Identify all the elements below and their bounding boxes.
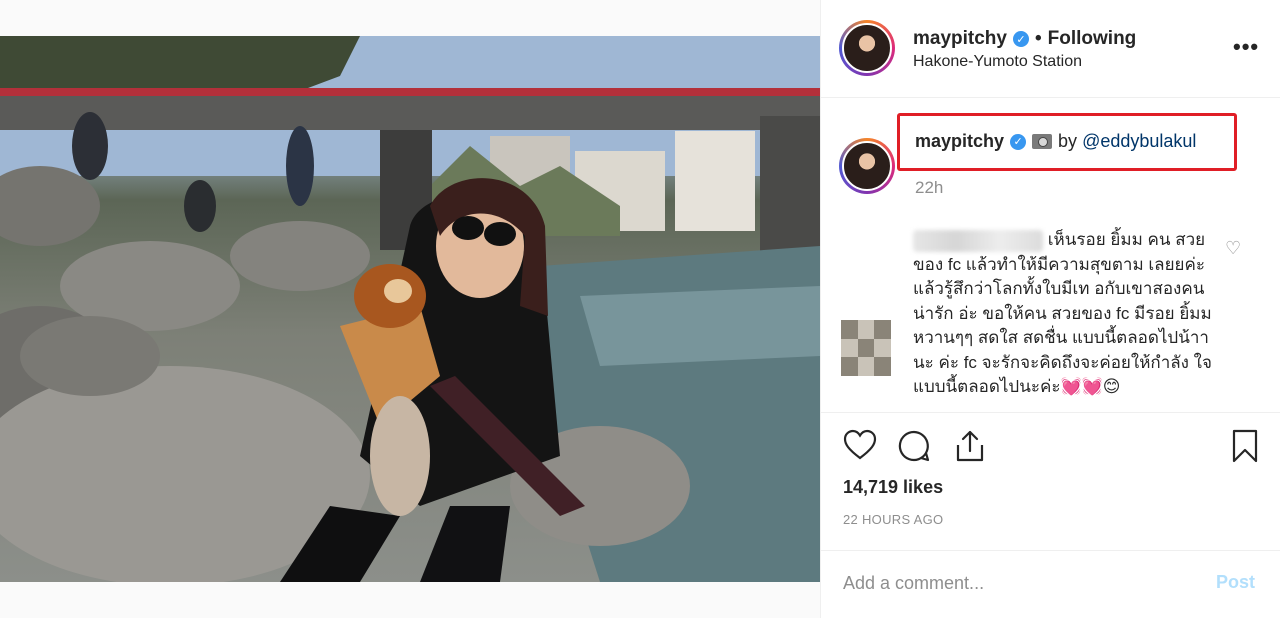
camera-emoji-icon	[1032, 134, 1053, 149]
post-location[interactable]: Hakone-Yumoto Station	[913, 53, 1082, 71]
caption-mention-link[interactable]: @eddybulakul	[1082, 131, 1196, 151]
comments-list[interactable]: maypitchy ✓ by @eddybulakul 22h เห็นรอย …	[821, 98, 1280, 412]
post-timestamp[interactable]: 22 HOURS AGO	[843, 512, 943, 527]
following-button[interactable]: Following	[1048, 28, 1137, 50]
post-header: maypitchy ✓ • Following Hakone-Yumoto St…	[821, 0, 1280, 98]
author-username[interactable]: maypitchy	[913, 28, 1007, 50]
commenter-username-blurred[interactable]	[913, 229, 1043, 252]
post-photo[interactable]	[0, 36, 820, 582]
caption-text: by @eddybulakul	[1058, 131, 1196, 152]
caption-time: 22h	[915, 178, 944, 197]
verified-badge-icon: ✓	[1010, 133, 1027, 150]
like-heart-icon[interactable]	[843, 429, 877, 461]
verified-badge-icon: ✓	[1012, 31, 1029, 47]
add-comment-input[interactable]	[843, 571, 1193, 595]
post-detail-pane: maypitchy ✓ • Following Hakone-Yumoto St…	[820, 0, 1280, 618]
author-avatar[interactable]	[839, 20, 895, 76]
caption-username[interactable]: maypitchy	[915, 131, 1004, 152]
commenter-avatar-blurred[interactable]	[841, 320, 891, 376]
comment-text: เห็นรอย ยิ้มม คน สวยของ fc แล้วทำให้มีคว…	[913, 230, 1212, 396]
comment-bubble-icon[interactable]	[897, 429, 931, 463]
save-bookmark-icon[interactable]	[1231, 429, 1259, 463]
caption-author-avatar[interactable]	[839, 138, 895, 194]
comment: เห็นรอย ยิ้มม คน สวยของ fc แล้วทำให้มีคว…	[913, 228, 1213, 400]
likes-count[interactable]: 14,719 likes	[843, 477, 943, 498]
more-options-icon[interactable]: •••	[1233, 34, 1259, 60]
post-actions: 14,719 likes 22 HOURS AGO	[821, 412, 1280, 550]
share-upload-icon[interactable]	[953, 429, 987, 463]
author-line: maypitchy ✓ • Following	[913, 28, 1136, 50]
comment-like-heart-icon[interactable]: ♡	[1225, 238, 1241, 259]
caption-prefix: by	[1058, 131, 1083, 151]
caption: maypitchy ✓ by @eddybulakul	[915, 131, 1196, 152]
post-photo-illustration	[0, 36, 820, 582]
add-comment-bar: Post	[821, 550, 1280, 618]
separator-dot: •	[1034, 28, 1042, 49]
post-comment-button[interactable]: Post	[1216, 572, 1255, 593]
